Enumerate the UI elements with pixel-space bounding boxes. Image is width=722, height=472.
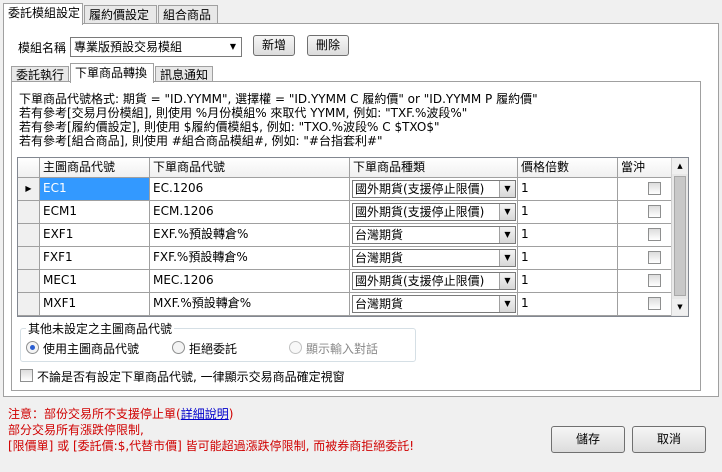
daytrade-checkbox[interactable] [648, 274, 661, 287]
save-button[interactable]: 儲存 [551, 426, 625, 453]
order-type-value: 國外期貨(支援停止限價) [355, 274, 485, 288]
order-symbol-cell[interactable]: FXF.%預設轉倉% [150, 247, 350, 270]
row-header[interactable] [18, 201, 40, 224]
order-symbol-cell[interactable]: EC.1206 [150, 178, 350, 201]
grid-scrollbar[interactable]: ▲ ▼ [671, 158, 688, 316]
notice-line3: [限價單] 或 [委託價:$,代替市價] 皆可能超過漲跌停限制, 而被券商拒絕委… [8, 439, 415, 453]
tab-strike-settings[interactable]: 履約價設定 [84, 5, 157, 25]
fallback-radio-0[interactable] [26, 341, 39, 354]
price-multiplier-cell[interactable]: 1 [518, 270, 618, 293]
notice-line2: 部分交易所有漲跌停限制, [8, 423, 144, 437]
price-multiplier-cell[interactable]: 1 [518, 247, 618, 270]
always-show-checkbox[interactable] [20, 369, 33, 382]
daytrade-cell [618, 247, 672, 270]
fallback-option-label-1: 拒絕委託 [189, 342, 238, 356]
order-type-value: 國外期貨(支援停止限價) [355, 182, 485, 196]
module-name-label: 模組名稱 [18, 41, 67, 55]
main-symbol-cell[interactable]: MEC1 [40, 270, 150, 293]
order-type-select[interactable]: 台灣期貨 ▼ [352, 226, 516, 244]
order-type-value: 國外期貨(支援停止限價) [355, 205, 485, 219]
order-type-select[interactable]: 台灣期貨 ▼ [352, 249, 516, 267]
col-order-symbol[interactable]: 下單商品代號 [150, 158, 350, 178]
delete-module-button[interactable]: 刪除 [307, 35, 349, 56]
order-symbol-cell[interactable]: MXF.%預設轉倉% [150, 293, 350, 316]
conversion-grid[interactable]: 主圖商品代號 下單商品代號 下單商品種類 價格倍數 當沖 ▶ EC1 EC.1206… [17, 157, 689, 317]
scroll-down-icon[interactable]: ▼ [672, 299, 688, 315]
chevron-down-icon: ▼ [499, 273, 515, 289]
order-type-cell: 國外期貨(支援停止限價) ▼ [350, 201, 518, 224]
notice-line1: 注意：部份交易所不支援停止單(詳細說明) [8, 405, 233, 422]
daytrade-cell [618, 224, 672, 247]
price-multiplier-cell[interactable]: 1 [518, 293, 618, 316]
main-symbol-cell[interactable]: MXF1 [40, 293, 150, 316]
order-type-cell: 國外期貨(支援停止限價) ▼ [350, 270, 518, 293]
daytrade-checkbox[interactable] [648, 251, 661, 264]
daytrade-cell [618, 178, 672, 201]
row-header[interactable] [18, 224, 40, 247]
daytrade-cell [618, 270, 672, 293]
chevron-down-icon: ▼ [499, 204, 515, 220]
col-daytrade[interactable]: 當沖 [618, 158, 672, 178]
order-symbol-cell[interactable]: MEC.1206 [150, 270, 350, 293]
notice-prefix: 注意：部份交易所不支援停止單( [8, 407, 181, 421]
detail-link[interactable]: 詳細說明 [181, 407, 229, 421]
order-symbol-cell[interactable]: ECM.1206 [150, 201, 350, 224]
main-symbol-cell[interactable]: EXF1 [40, 224, 150, 247]
fallback-radio-1[interactable] [172, 341, 185, 354]
order-type-select[interactable]: 國外期貨(支援停止限價) ▼ [352, 180, 516, 198]
col-order-type[interactable]: 下單商品種類 [350, 158, 518, 178]
row-header[interactable]: ▶ [18, 178, 40, 201]
add-module-button[interactable]: 新增 [253, 35, 295, 56]
daytrade-cell [618, 201, 672, 224]
fallback-option-label-0: 使用主圖商品代號 [43, 342, 140, 356]
price-multiplier-cell[interactable]: 1 [518, 201, 618, 224]
order-type-cell: 國外期貨(支援停止限價) ▼ [350, 178, 518, 201]
chevron-down-icon: ▼ [229, 42, 237, 51]
fallback-title: 其他未設定之主圖商品代號 [26, 320, 175, 337]
order-type-select[interactable]: 國外期貨(支援停止限價) ▼ [352, 203, 516, 221]
scroll-up-icon[interactable]: ▲ [672, 158, 688, 174]
chevron-down-icon: ▼ [499, 250, 515, 266]
row-header[interactable] [18, 247, 40, 270]
order-type-value: 台灣期貨 [355, 251, 404, 265]
order-type-value: 台灣期貨 [355, 228, 404, 242]
main-symbol-cell[interactable]: ECM1 [40, 201, 150, 224]
order-type-select[interactable]: 台灣期貨 ▼ [352, 295, 516, 313]
notice-suffix: ) [228, 407, 234, 421]
main-symbol-cell[interactable]: FXF1 [40, 247, 150, 270]
order-type-select[interactable]: 國外期貨(支援停止限價) ▼ [352, 272, 516, 290]
main-symbol-cell[interactable]: EC1 [40, 178, 150, 201]
daytrade-checkbox[interactable] [648, 182, 661, 195]
chevron-down-icon: ▼ [499, 296, 515, 312]
price-multiplier-cell[interactable]: 1 [518, 224, 618, 247]
order-type-cell: 台灣期貨 ▼ [350, 224, 518, 247]
daytrade-cell [618, 293, 672, 316]
chevron-down-icon: ▼ [499, 227, 515, 243]
cancel-button[interactable]: 取消 [632, 426, 706, 453]
order-type-value: 台灣期貨 [355, 297, 404, 311]
always-show-label: 不論是否有設定下單商品代號, 一律顯示交易商品確定視窗 [37, 370, 345, 384]
row-header[interactable] [18, 270, 40, 293]
tab-module-settings[interactable]: 委託模組設定 [3, 3, 83, 25]
daytrade-checkbox[interactable] [648, 297, 661, 310]
tab-combo-products[interactable]: 組合商品 [158, 5, 218, 25]
fallback-option-label-2: 顯示輸入對話 [306, 342, 379, 356]
order-symbol-cell[interactable]: EXF.%預設轉倉% [150, 224, 350, 247]
module-select-value: 專業版預設交易模組 [74, 40, 183, 54]
module-select[interactable]: 專業版預設交易模組 ▼ [70, 37, 242, 57]
price-multiplier-cell[interactable]: 1 [518, 178, 618, 201]
info-combo-line: 若有參考[組合商品], 則使用 #組合商品模組#, 例如: "#台指套利#" [19, 134, 383, 148]
daytrade-checkbox[interactable] [648, 228, 661, 241]
order-type-cell: 台灣期貨 ▼ [350, 293, 518, 316]
daytrade-checkbox[interactable] [648, 205, 661, 218]
fallback-radio-2[interactable] [289, 341, 302, 354]
chevron-down-icon: ▼ [499, 181, 515, 197]
tab-product-conversion[interactable]: 下單商品轉換 [70, 63, 154, 83]
grid-corner [18, 158, 40, 178]
col-main-symbol[interactable]: 主圖商品代號 [40, 158, 150, 178]
scroll-thumb[interactable] [674, 176, 686, 296]
order-type-cell: 台灣期貨 ▼ [350, 247, 518, 270]
row-header[interactable] [18, 293, 40, 316]
col-price-multiplier[interactable]: 價格倍數 [518, 158, 618, 178]
